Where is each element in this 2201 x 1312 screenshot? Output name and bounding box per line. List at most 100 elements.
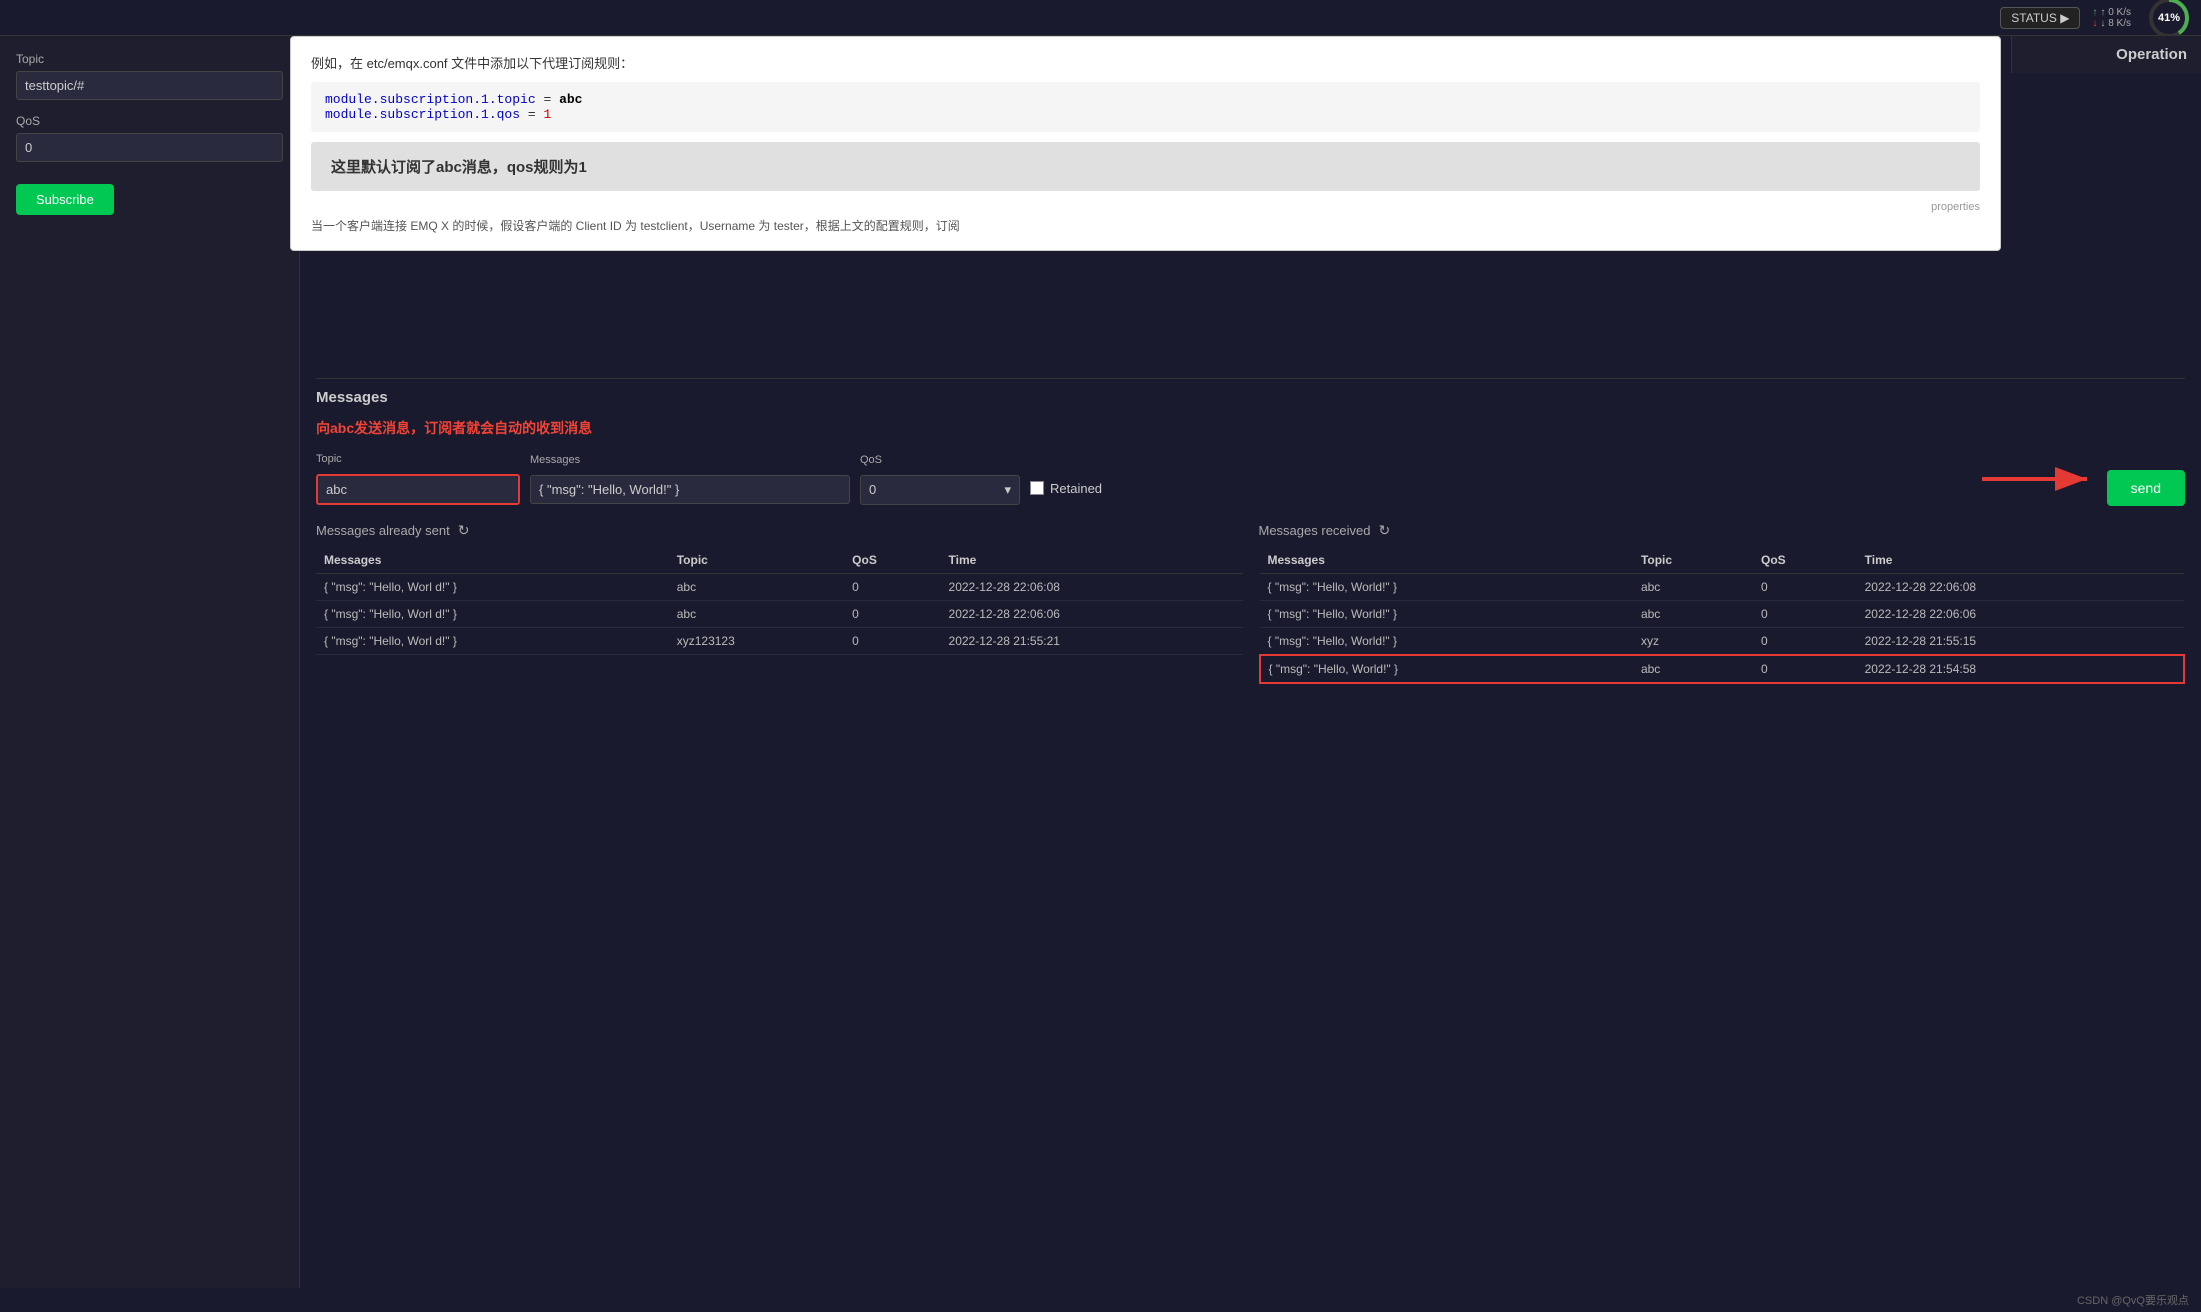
main-layout: Topic QoS Subscribe 例如，在 etc/emqx.conf 文… xyxy=(0,36,2201,1288)
msg-topic-input-wrap xyxy=(316,474,520,505)
topic-field-group: Topic xyxy=(16,52,283,100)
left-panel: Topic QoS Subscribe xyxy=(0,36,300,1288)
table-row: { "msg": "Hello, World!" } xyz 0 2022-12… xyxy=(1260,628,2185,656)
messages-announce: 向abc发送消息，订阅者就会自动的收到消息 xyxy=(316,418,2185,438)
code-val-1: abc xyxy=(559,92,582,107)
refresh-sent-icon[interactable]: ↻ xyxy=(458,522,470,539)
msg-topic-group: Topic xyxy=(316,453,520,505)
cell-msg: { "msg": "Hello, Worl d!" } xyxy=(316,601,669,628)
cell-topic: xyz123123 xyxy=(669,628,844,655)
arrow-down-icon: ↓ xyxy=(2092,18,2097,29)
msg-qos-select[interactable]: 0 ▾ xyxy=(860,475,1020,505)
cell-topic: abc xyxy=(669,601,844,628)
recv-col-messages: Messages xyxy=(1260,547,1633,574)
qos-field-group: QoS xyxy=(16,114,283,162)
qos-value-display: 0 xyxy=(869,482,876,497)
code-eq-1: = xyxy=(543,92,559,107)
sent-col-qos: QoS xyxy=(844,547,940,574)
cell-topic: abc xyxy=(669,574,844,601)
red-arrow-svg xyxy=(1977,459,2097,499)
msg-messages-group: Messages xyxy=(530,454,850,504)
qos-label: QoS xyxy=(16,114,283,128)
send-button[interactable]: send xyxy=(2107,470,2185,506)
msg-topic-input[interactable] xyxy=(318,476,518,503)
red-arrow-area xyxy=(1112,459,2097,499)
cell-qos: 0 xyxy=(844,574,940,601)
top-bar: STATUS ▶ ↑↑ 0 K/s ↓↓ 8 K/s 41% xyxy=(0,0,2201,36)
popup-code-block: module.subscription.1.topic = abc module… xyxy=(311,82,1980,132)
msg-messages-input[interactable] xyxy=(530,475,850,504)
popup-code-line2: module.subscription.1.qos = 1 xyxy=(325,107,1966,122)
cell-topic: abc xyxy=(1633,601,1753,628)
topic-input[interactable] xyxy=(16,71,283,100)
cell-time: 2022-12-28 21:55:21 xyxy=(941,628,1243,655)
cell-qos: 0 xyxy=(1753,601,1857,628)
cell-qos: 0 xyxy=(1753,655,1857,683)
cell-time: 2022-12-28 21:54:58 xyxy=(1857,655,2184,683)
message-form-row: Topic Messages QoS 0 ▾ Retained xyxy=(316,452,2185,506)
speed-indicator: ↑↑ 0 K/s ↓↓ 8 K/s xyxy=(2092,7,2131,29)
code-key-1: module.subscription.1.topic xyxy=(325,92,536,107)
refresh-received-icon[interactable]: ↻ xyxy=(1379,522,1391,539)
cell-topic: abc xyxy=(1633,655,1753,683)
table-row: { "msg": "Hello, Worl d!" } xyz123123 0 … xyxy=(316,628,1243,655)
attribution: CSDN @QvQ要乐观点 xyxy=(0,1288,2201,1312)
received-table-head-row: Messages Topic QoS Time xyxy=(1260,547,2185,574)
received-table-title: Messages received xyxy=(1259,523,1371,538)
table-row: { "msg": "Hello, World!" } abc 0 2022-12… xyxy=(1260,574,2185,601)
cell-qos: 0 xyxy=(1753,574,1857,601)
code-key-2: module.subscription.1.qos xyxy=(325,107,520,122)
cell-msg: { "msg": "Hello, Worl d!" } xyxy=(316,574,669,601)
messages-section-title: Messages xyxy=(316,389,2185,406)
table-row: { "msg": "Hello, Worl d!" } abc 0 2022-1… xyxy=(316,601,1243,628)
retained-label: Retained xyxy=(1050,481,1102,496)
recv-col-qos: QoS xyxy=(1753,547,1857,574)
sent-table-body: { "msg": "Hello, Worl d!" } abc 0 2022-1… xyxy=(316,574,1243,655)
recv-col-time: Time xyxy=(1857,547,2184,574)
topic-label: Topic xyxy=(16,52,283,66)
sent-table-section: Messages already sent ↻ Messages Topic Q… xyxy=(316,522,1243,684)
msg-qos-group: QoS 0 ▾ xyxy=(860,454,1020,505)
cell-qos: 0 xyxy=(844,628,940,655)
cpu-gauge: 41% xyxy=(2147,0,2191,40)
sent-col-messages: Messages xyxy=(316,547,669,574)
table-row: { "msg": "Hello, World!" } abc 0 2022-12… xyxy=(1260,601,2185,628)
retained-wrap: Retained xyxy=(1030,481,1102,496)
cell-topic: abc xyxy=(1633,574,1753,601)
retained-checkbox[interactable] xyxy=(1030,481,1044,495)
cell-time: 2022-12-28 21:55:15 xyxy=(1857,628,2184,656)
operation-title: Operation xyxy=(2116,46,2187,63)
cell-topic: xyz xyxy=(1633,628,1753,656)
received-table: Messages Topic QoS Time { "msg": "Hello,… xyxy=(1259,547,2186,684)
status-button[interactable]: STATUS ▶ xyxy=(2000,7,2080,29)
cell-msg: { "msg": "Hello, World!" } xyxy=(1260,601,1633,628)
cell-msg: { "msg": "Hello, Worl d!" } xyxy=(316,628,669,655)
popup-footer-text: 当一个客户端连接 EMQ X 的时候，假设客户端的 Client ID 为 te… xyxy=(311,217,1980,234)
popup-properties-label: properties xyxy=(311,201,1980,213)
qos-input[interactable] xyxy=(16,133,283,162)
table-row: { "msg": "Hello, Worl d!" } abc 0 2022-1… xyxy=(316,574,1243,601)
cell-qos: 0 xyxy=(1753,628,1857,656)
code-eq-2: = xyxy=(528,107,544,122)
arrow-up-icon: ↑ xyxy=(2092,7,2097,18)
received-table-header: Messages received ↻ xyxy=(1259,522,2186,539)
table-row: { "msg": "Hello, World!" } abc 0 2022-12… xyxy=(1260,655,2185,683)
received-table-section: Messages received ↻ Messages Topic QoS T… xyxy=(1259,522,2186,684)
cell-qos: 0 xyxy=(844,601,940,628)
cell-time: 2022-12-28 22:06:08 xyxy=(1857,574,2184,601)
cell-msg: { "msg": "Hello, World!" } xyxy=(1260,628,1633,656)
cell-msg: { "msg": "Hello, World!" } xyxy=(1260,574,1633,601)
speed-down: ↓↓ 8 K/s xyxy=(2092,18,2131,29)
sent-col-time: Time xyxy=(941,547,1243,574)
recv-col-topic: Topic xyxy=(1633,547,1753,574)
sent-table-header: Messages already sent ↻ xyxy=(316,522,1243,539)
retained-group: Retained xyxy=(1030,463,1102,496)
subscribe-button[interactable]: Subscribe xyxy=(16,184,114,215)
received-table-body: { "msg": "Hello, World!" } abc 0 2022-12… xyxy=(1260,574,2185,684)
speed-up: ↑↑ 0 K/s xyxy=(2092,7,2131,18)
sent-table: Messages Topic QoS Time { "msg": "Hello,… xyxy=(316,547,1243,655)
popup-intro-text: 例如，在 etc/emqx.conf 文件中添加以下代理订阅规则： xyxy=(311,53,1980,72)
cell-time: 2022-12-28 22:06:08 xyxy=(941,574,1243,601)
chevron-down-icon: ▾ xyxy=(1004,482,1011,498)
popup-highlight-text: 这里默认订阅了abc消息，qos规则为1 xyxy=(311,142,1980,191)
